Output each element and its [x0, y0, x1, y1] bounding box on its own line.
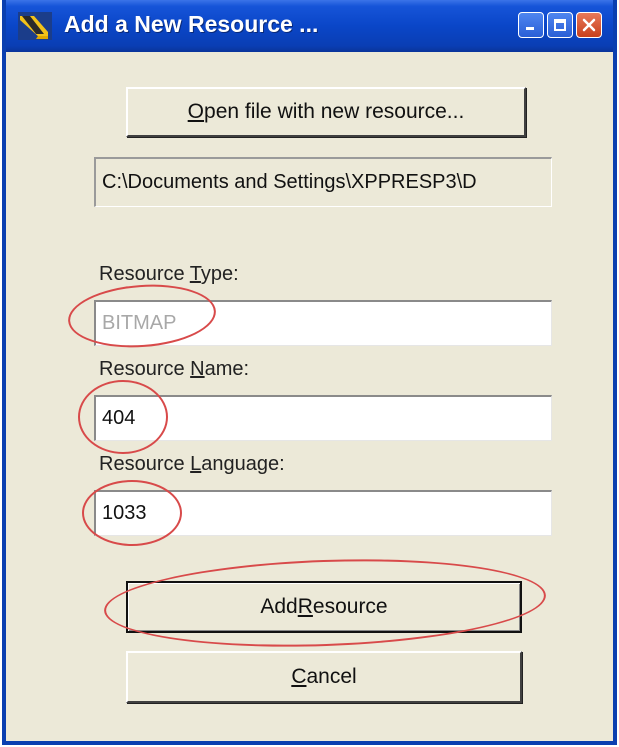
- resource-language-label-post: anguage:: [201, 453, 285, 475]
- resource-type-field: [94, 300, 552, 346]
- resource-language-label: Resource Language:: [99, 453, 285, 476]
- cancel-accel: C: [291, 665, 307, 688]
- add-resource-label-post: esource: [312, 595, 388, 618]
- resource-language-label-pre: Resource: [99, 453, 191, 475]
- add-resource-label-pre: Add: [260, 595, 298, 618]
- resource-name-label-accel: N: [190, 358, 205, 380]
- resource-name-label: Resource Name:: [99, 358, 249, 381]
- open-file-label: pen file with new resource...: [204, 100, 465, 123]
- maximize-icon: [554, 19, 566, 31]
- open-file-accel: O: [187, 100, 205, 123]
- open-file-button[interactable]: Open file with new resource...: [126, 87, 526, 137]
- resource-type-label-post: ype:: [200, 263, 239, 285]
- resource-type-label-pre: Resource: [99, 263, 190, 285]
- resource-language-label-accel: L: [190, 453, 202, 475]
- resource-name-label-pre: Resource: [99, 358, 191, 380]
- window-title: Add a New Resource ...: [64, 11, 319, 37]
- add-resource-accel: R: [297, 595, 313, 618]
- resource-type-label: Resource Type:: [99, 263, 239, 286]
- minimize-button[interactable]: [518, 12, 544, 38]
- resource-name-label-post: ame:: [204, 358, 250, 380]
- resource-type-label-accel: T: [189, 263, 201, 285]
- file-path-display: C:\Documents and Settings\XPPRESP3\D: [94, 157, 552, 207]
- maximize-button[interactable]: [547, 12, 573, 38]
- add-resource-button[interactable]: Add Resource: [126, 581, 522, 633]
- resource-language-field[interactable]: [94, 490, 552, 536]
- cancel-label-post: ancel: [306, 665, 357, 688]
- close-icon: [582, 18, 596, 32]
- close-button[interactable]: [576, 12, 602, 38]
- title-bar[interactable]: Add a New Resource ...: [6, 0, 613, 52]
- dialog-window: Add a New Resource ... Open file with ne…: [2, 0, 617, 745]
- app-icon: [18, 12, 52, 40]
- resource-name-field[interactable]: [94, 395, 552, 441]
- minimize-icon: [526, 27, 534, 30]
- cancel-button[interactable]: Cancel: [126, 651, 522, 703]
